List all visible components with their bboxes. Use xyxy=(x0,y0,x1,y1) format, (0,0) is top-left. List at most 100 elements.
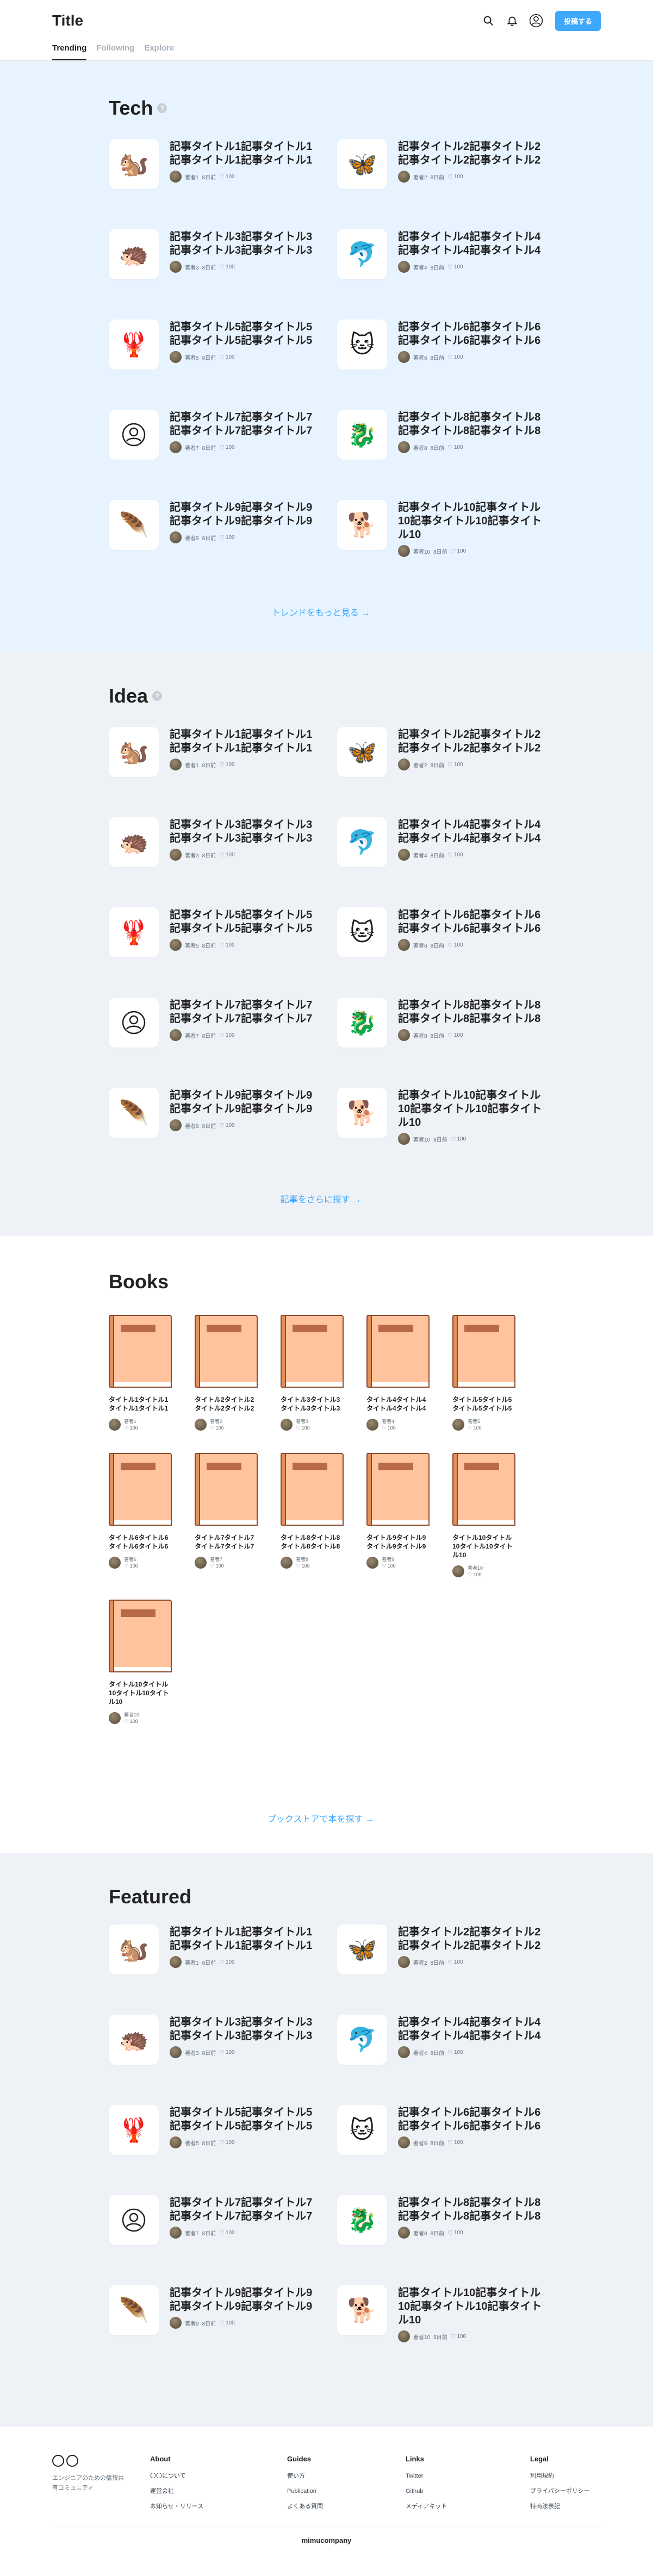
article-title[interactable]: 記事タイトル10記事タイトル10記事タイトル10記事タイトル10 xyxy=(398,501,544,542)
article-card[interactable]: 🦋 記事タイトル2記事タイトル2記事タイトル2記事タイトル2 著者2 8日前 ♡ 100 xyxy=(337,727,544,782)
post-button[interactable]: 投稿する xyxy=(555,10,601,31)
footer-logo-icon[interactable] xyxy=(52,2455,78,2467)
dragon-icon[interactable]: 🐉 xyxy=(337,2195,387,2245)
article-title[interactable]: 記事タイトル3記事タイトル3記事タイトル3記事タイトル3 xyxy=(170,230,315,258)
author-avatar[interactable] xyxy=(398,545,410,557)
article-title[interactable]: 記事タイトル4記事タイトル4記事タイトル4記事タイトル4 xyxy=(398,818,544,845)
author-name[interactable]: 著者10 xyxy=(413,2333,430,2341)
bookstore-link[interactable]: ブックストアで本を探す → xyxy=(109,1812,533,1825)
help-icon[interactable]: ? xyxy=(152,691,163,701)
book-cover[interactable] xyxy=(366,1453,430,1526)
author-avatar[interactable] xyxy=(398,939,410,951)
article-card[interactable]: 🐬 記事タイトル4記事タイトル4記事タイトル4記事タイトル4 著者4 8日前 ♡ 100 xyxy=(337,229,544,285)
footer-link[interactable]: よくある質問 xyxy=(287,2499,323,2514)
article-card[interactable]: 🦋 記事タイトル2記事タイトル2記事タイトル2記事タイトル2 著者2 8日前 ♡ 100 xyxy=(337,1925,544,1980)
author-avatar[interactable] xyxy=(170,1956,182,1968)
book-card[interactable]: タイトル10タイトル10タイトル10タイトル10 著者10 ♡ 100 xyxy=(109,1600,185,1725)
author-name[interactable]: 著者9 xyxy=(185,534,199,542)
book-cover[interactable] xyxy=(109,1600,172,1672)
armadillo-icon[interactable]: 🦔 xyxy=(109,2015,159,2065)
article-title[interactable]: 記事タイトル5記事タイトル5記事タイトル5記事タイトル5 xyxy=(170,908,315,936)
article-card[interactable]: 🪶 記事タイトル9記事タイトル9記事タイトル9記事タイトル9 著者9 8日前 ♡ 100 xyxy=(109,1088,315,1143)
article-title[interactable]: 記事タイトル3記事タイトル3記事タイトル3記事タイトル3 xyxy=(170,2016,315,2043)
article-title[interactable]: 記事タイトル1記事タイトル1記事タイトル1記事タイトル1 xyxy=(170,728,315,755)
author-name[interactable]: 著者2 xyxy=(413,1958,427,1966)
article-title[interactable]: 記事タイトル6記事タイトル6記事タイトル6記事タイトル6 xyxy=(398,908,544,936)
dolphin-icon[interactable]: 🐬 xyxy=(337,229,387,279)
author-name[interactable]: 著者6 xyxy=(413,2139,427,2147)
cat-icon[interactable]: 🐱 xyxy=(337,907,387,957)
feather-icon[interactable]: 🪶 xyxy=(109,1088,159,1138)
book-cover[interactable] xyxy=(109,1315,172,1388)
footer-link[interactable]: Publication xyxy=(287,2484,323,2499)
book-card[interactable]: タイトル9タイトル9タイトル9タイトル9 著者9 ♡ 100 xyxy=(366,1453,443,1578)
author-avatar[interactable] xyxy=(398,1029,410,1041)
user-circle-icon[interactable] xyxy=(109,2195,159,2245)
book-cover[interactable] xyxy=(452,1315,515,1388)
author-avatar[interactable] xyxy=(398,849,410,861)
armadillo-icon[interactable]: 🦔 xyxy=(109,817,159,867)
footer-link[interactable]: 〇〇について xyxy=(150,2468,203,2484)
author-name[interactable]: 著者4 xyxy=(382,1418,396,1425)
article-card[interactable]: 🐱 記事タイトル6記事タイトル6記事タイトル6記事タイトル6 著者6 8日前 ♡ 100 xyxy=(337,319,544,375)
author-name[interactable]: 著者4 xyxy=(413,851,427,859)
article-title[interactable]: 記事タイトル4記事タイトル4記事タイトル4記事タイトル4 xyxy=(398,230,544,258)
article-card[interactable]: 🐿️ 記事タイトル1記事タイトル1記事タイトル1記事タイトル1 著者1 8日前 ♡ 100 xyxy=(109,139,315,195)
footer-link[interactable]: 使い方 xyxy=(287,2468,323,2484)
book-title[interactable]: タイトル8タイトル8タイトル8タイトル8 xyxy=(281,1533,341,1551)
footer-link[interactable]: メディアキット xyxy=(406,2499,447,2514)
author-avatar[interactable] xyxy=(170,441,182,453)
book-cover[interactable] xyxy=(195,1453,258,1526)
user-avatar-icon[interactable] xyxy=(529,14,543,28)
article-title[interactable]: 記事タイトル10記事タイトル10記事タイトル10記事タイトル10 xyxy=(398,2286,544,2327)
more-articles-link[interactable]: 記事をさらに探す → xyxy=(109,1192,533,1205)
author-name[interactable]: 著者2 xyxy=(413,761,427,769)
author-name[interactable]: 著者9 xyxy=(185,1121,199,1130)
author-name[interactable]: 著者7 xyxy=(185,443,199,452)
author-name[interactable]: 著者10 xyxy=(413,1135,430,1143)
article-title[interactable]: 記事タイトル6記事タイトル6記事タイトル6記事タイトル6 xyxy=(398,321,544,348)
lobster-icon[interactable]: 🦞 xyxy=(109,907,159,957)
author-name[interactable]: 著者7 xyxy=(185,1031,199,1039)
article-card[interactable]: 記事タイトル7記事タイトル7記事タイトル7記事タイトル7 著者7 8日前 ♡ 100 xyxy=(109,410,315,465)
article-title[interactable]: 記事タイトル1記事タイトル1記事タイトル1記事タイトル1 xyxy=(170,1926,315,1953)
article-card[interactable]: 🦔 記事タイトル3記事タイトル3記事タイトル3記事タイトル3 著者3 8日前 ♡ 100 xyxy=(109,229,315,285)
book-title[interactable]: タイトル3タイトル3タイトル3タイトル3 xyxy=(281,1395,341,1413)
dolphin-icon[interactable]: 🐬 xyxy=(337,2015,387,2065)
author-name[interactable]: 著者8 xyxy=(413,1031,427,1039)
book-card[interactable]: タイトル5タイトル5タイトル5タイトル5 著者5 ♡ 100 xyxy=(452,1315,528,1431)
article-card[interactable]: 記事タイトル7記事タイトル7記事タイトル7記事タイトル7 著者7 8日前 ♡ 100 xyxy=(109,2195,315,2251)
author-avatar[interactable] xyxy=(398,2046,410,2058)
lobster-icon[interactable]: 🦞 xyxy=(109,319,159,369)
author-avatar[interactable] xyxy=(398,1956,410,1968)
author-name[interactable]: 著者10 xyxy=(413,547,430,555)
book-card[interactable]: タイトル3タイトル3タイトル3タイトル3 著者3 ♡ 100 xyxy=(281,1315,357,1431)
author-avatar[interactable] xyxy=(195,1419,207,1431)
bell-icon[interactable] xyxy=(505,14,519,28)
book-card[interactable]: タイトル7タイトル7タイトル7タイトル7 著者7 ♡ 100 xyxy=(195,1453,271,1578)
author-name[interactable]: 著者2 xyxy=(413,173,427,181)
author-avatar[interactable] xyxy=(452,1419,464,1431)
book-cover[interactable] xyxy=(366,1315,430,1388)
squirrel-icon[interactable]: 🐿️ xyxy=(109,139,159,189)
article-title[interactable]: 記事タイトル2記事タイトル2記事タイトル2記事タイトル2 xyxy=(398,140,544,167)
article-card[interactable]: 🐕 記事タイトル10記事タイトル10記事タイトル10記事タイトル10 著者10 8日前… xyxy=(337,1088,544,1145)
footer-link[interactable]: 特商法表記 xyxy=(530,2499,590,2514)
footer-link[interactable]: 利用規約 xyxy=(530,2468,590,2484)
author-name[interactable]: 著者3 xyxy=(185,851,199,859)
book-title[interactable]: タイトル6タイトル6タイトル6タイトル6 xyxy=(109,1533,170,1551)
author-name[interactable]: 著者6 xyxy=(413,941,427,949)
more-trending-link[interactable]: トレンドをもっと見る → xyxy=(109,605,533,618)
article-title[interactable]: 記事タイトル6記事タイトル6記事タイトル6記事タイトル6 xyxy=(398,2106,544,2133)
book-card[interactable]: タイトル6タイトル6タイトル6タイトル6 著者6 ♡ 100 xyxy=(109,1453,185,1578)
author-name[interactable]: 著者5 xyxy=(468,1418,482,1425)
footer-link[interactable]: Github xyxy=(406,2484,447,2499)
article-title[interactable]: 記事タイトル5記事タイトル5記事タイトル5記事タイトル5 xyxy=(170,321,315,348)
article-card[interactable]: 🪶 記事タイトル9記事タイトル9記事タイトル9記事タイトル9 著者9 8日前 ♡ 100 xyxy=(109,2285,315,2341)
dragon-icon[interactable]: 🐉 xyxy=(337,410,387,460)
article-card[interactable]: 🦞 記事タイトル5記事タイトル5記事タイトル5記事タイトル5 著者5 8日前 ♡ 100 xyxy=(109,907,315,963)
author-name[interactable]: 著者3 xyxy=(185,263,199,271)
article-title[interactable]: 記事タイトル9記事タイトル9記事タイトル9記事タイトル9 xyxy=(170,1089,315,1116)
user-circle-icon[interactable] xyxy=(109,998,159,1048)
cat-icon[interactable]: 🐱 xyxy=(337,319,387,369)
